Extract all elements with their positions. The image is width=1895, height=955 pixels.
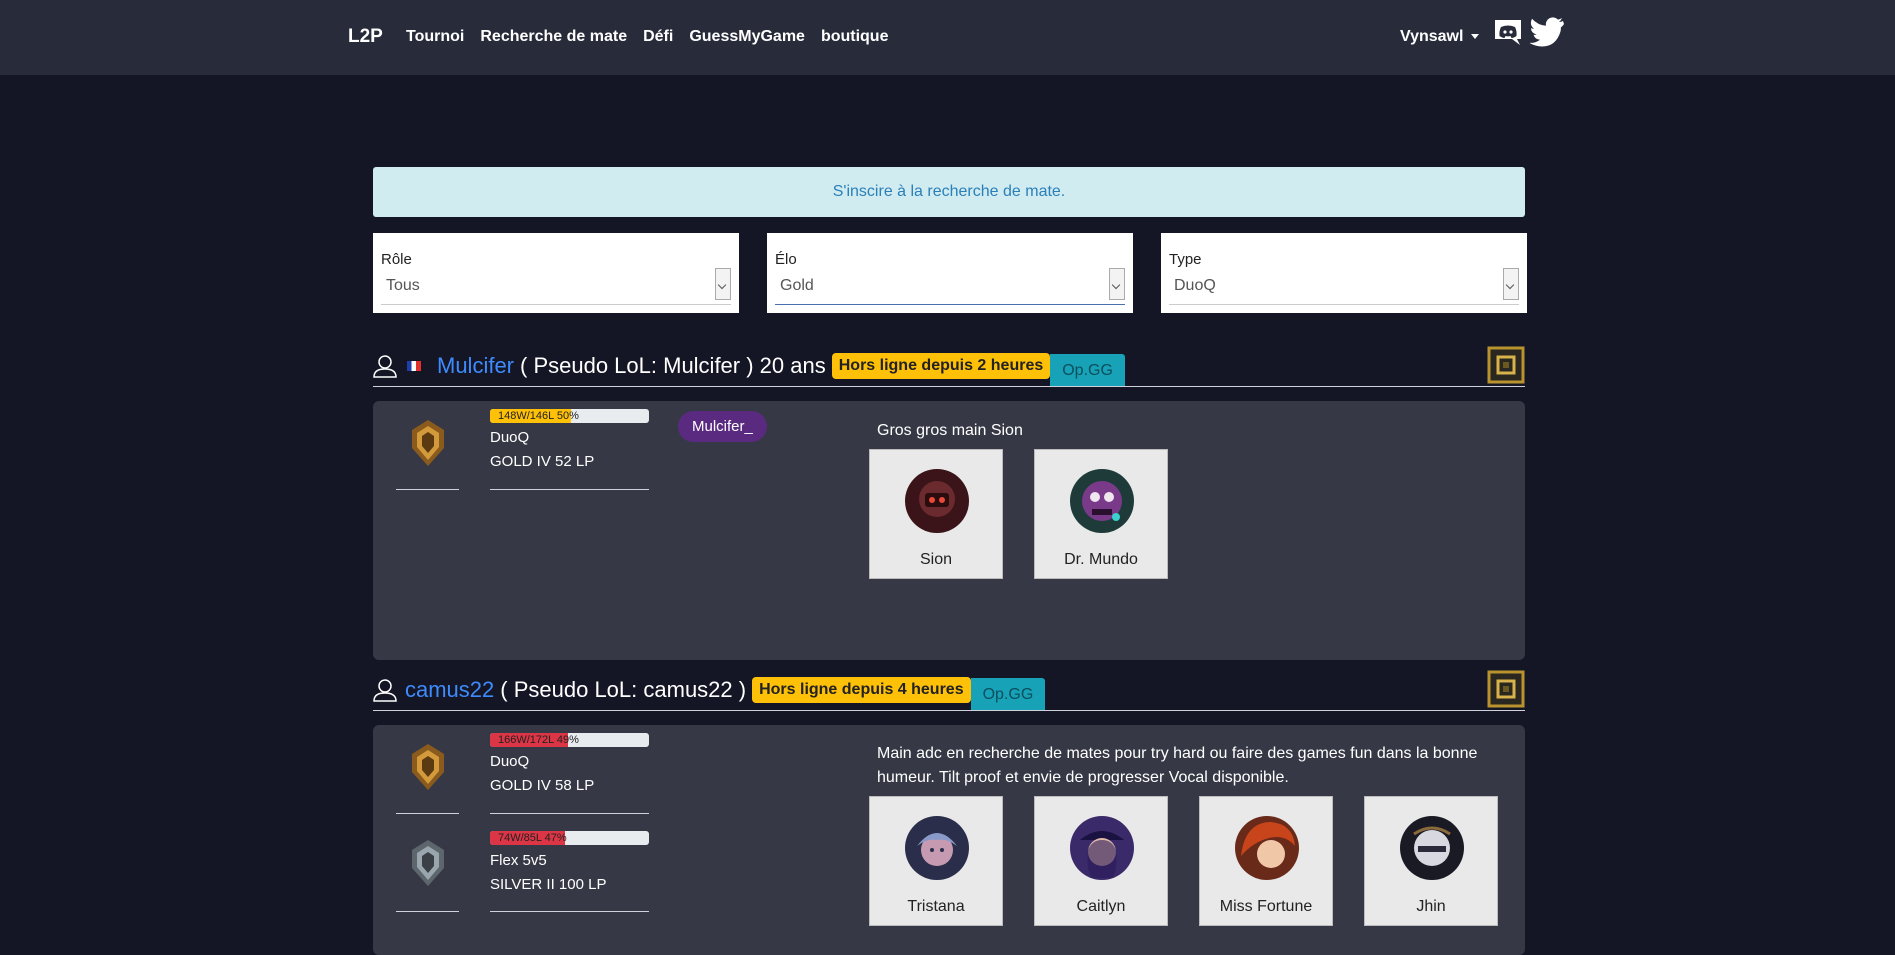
- winloss-bar: 148W/146L 50%: [490, 409, 649, 423]
- divider: [490, 489, 649, 490]
- champion-card: Dr. Mundo: [1034, 449, 1168, 579]
- caitlyn-portrait-icon: [1070, 816, 1134, 880]
- france-flag-icon: [407, 361, 421, 371]
- elo-select[interactable]: Gold: [775, 266, 1125, 305]
- user-icon: [373, 355, 397, 378]
- gold-rank-emblem-icon: [412, 744, 444, 790]
- register-alert[interactable]: S'inscire à la recherche de mate.: [373, 167, 1525, 217]
- divider: [490, 911, 649, 912]
- player-header: Mulcifer ( Pseudo LoL: Mulcifer ) 20 ans…: [373, 346, 1525, 387]
- status-badge: Hors ligne depuis 2 heures: [831, 353, 1051, 379]
- user-icon: [373, 679, 397, 702]
- rank-text: GOLD IV 58 LP: [490, 777, 595, 794]
- nav-link-boutique[interactable]: boutique: [821, 28, 889, 46]
- elo-select-value: Gold: [780, 277, 814, 294]
- player-name-link[interactable]: camus22: [405, 677, 494, 703]
- nav-link-tournoi[interactable]: Tournoi: [406, 28, 464, 46]
- type-select-value: DuoQ: [1174, 277, 1216, 294]
- discord-tag: Mulcifer_: [678, 411, 767, 442]
- chevron-down-icon: [1109, 268, 1125, 300]
- opgg-button[interactable]: Op.GG: [1050, 354, 1125, 386]
- username: Vynsawl: [1400, 28, 1464, 45]
- silver-rank-emblem-icon: [412, 840, 444, 886]
- winloss-text: 148W/146L 50%: [498, 410, 579, 422]
- caret-down-icon: [1471, 34, 1480, 40]
- champion-name: Caitlyn: [1076, 898, 1126, 915]
- champion-card: Jhin: [1364, 796, 1498, 926]
- status-badge: Hors ligne depuis 4 heures: [752, 677, 971, 703]
- player-info: ( Pseudo LoL: camus22 ): [500, 677, 747, 702]
- chevron-down-icon: [1503, 268, 1519, 300]
- queue-type: DuoQ: [490, 753, 530, 770]
- discord-icon[interactable]: [1492, 16, 1524, 48]
- user-menu-dropdown[interactable]: Vynsawl: [1400, 28, 1480, 46]
- player-info: ( Pseudo LoL: Mulcifer ) 20 ans: [520, 353, 826, 378]
- winloss-text: 166W/172L 49%: [498, 734, 579, 746]
- player-card: 166W/172L 49% DuoQ GOLD IV 58 LP 74W/85L…: [373, 725, 1525, 955]
- nav-links: Tournoi Recherche de mate Défi GuessMyGa…: [406, 28, 888, 46]
- gold-rank-emblem-icon: [412, 420, 444, 466]
- role-filter: Rôle Tous: [373, 233, 739, 313]
- champion-name: Jhin: [1416, 898, 1446, 915]
- divider: [396, 489, 459, 490]
- twitter-icon[interactable]: [1530, 17, 1564, 47]
- navbar: L2P Tournoi Recherche de mate Défi Guess…: [0, 0, 1895, 75]
- role-select-value: Tous: [386, 277, 420, 294]
- divider: [490, 813, 649, 814]
- role-select[interactable]: Tous: [381, 266, 731, 305]
- miss-fortune-portrait-icon: [1235, 816, 1299, 880]
- champion-name: Dr. Mundo: [1064, 551, 1138, 568]
- queue-type: Flex 5v5: [490, 852, 547, 869]
- champion-card: Miss Fortune: [1199, 796, 1333, 926]
- champion-card: Tristana: [869, 796, 1003, 926]
- sion-portrait-icon: [905, 469, 969, 533]
- winloss-bar: 166W/172L 49%: [490, 733, 649, 747]
- player-description: Main adc en recherche de mates pour try …: [877, 745, 1478, 786]
- type-filter: Type DuoQ: [1161, 233, 1527, 313]
- dr-mundo-portrait-icon: [1070, 469, 1134, 533]
- champion-card: Sion: [869, 449, 1003, 579]
- winloss-bar: 74W/85L 47%: [490, 831, 649, 845]
- type-select[interactable]: DuoQ: [1169, 266, 1519, 305]
- winloss-text: 74W/85L 47%: [498, 832, 567, 844]
- champion-name: Tristana: [907, 898, 965, 915]
- brand-logo[interactable]: L2P: [348, 26, 383, 48]
- player-description: Gros gros main Sion: [877, 422, 1023, 439]
- champion-name: Miss Fortune: [1219, 898, 1313, 915]
- player-header: camus22 ( Pseudo LoL: camus22 ) Hors lig…: [373, 670, 1525, 711]
- nav-link-guessmygame[interactable]: GuessMyGame: [689, 28, 805, 46]
- rank-text: SILVER II 100 LP: [490, 876, 607, 893]
- divider: [396, 911, 459, 912]
- divider: [396, 813, 459, 814]
- gold-frame-emblem-icon: [1487, 346, 1525, 384]
- gold-frame-emblem-icon: [1487, 670, 1525, 708]
- champion-name: Sion: [919, 551, 953, 568]
- jhin-portrait-icon: [1400, 816, 1464, 880]
- queue-type: DuoQ: [490, 429, 530, 446]
- opgg-button[interactable]: Op.GG: [970, 678, 1046, 710]
- rank-text: GOLD IV 52 LP: [490, 453, 595, 470]
- chevron-down-icon: [715, 268, 731, 300]
- tristana-portrait-icon: [905, 816, 969, 880]
- champion-card: Caitlyn: [1034, 796, 1168, 926]
- nav-link-defi[interactable]: Défi: [643, 28, 673, 46]
- player-name-link[interactable]: Mulcifer: [437, 353, 514, 379]
- elo-filter: Élo Gold: [767, 233, 1133, 313]
- player-card: 148W/146L 50% DuoQ GOLD IV 52 LP Mulcife…: [373, 401, 1525, 660]
- nav-link-recherche-de-mate[interactable]: Recherche de mate: [480, 28, 627, 46]
